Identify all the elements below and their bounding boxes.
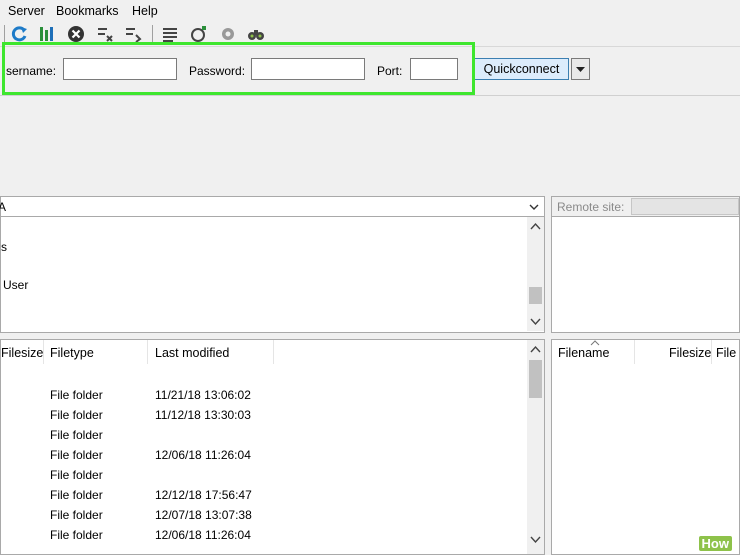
wikihow-watermark: wiki How: [674, 536, 732, 551]
port-label: Port:: [377, 64, 403, 78]
table-row[interactable]: File folder 12/06/18 11:26:04: [1, 528, 525, 548]
cell-modified: 11/12/18 13:30:03: [155, 408, 251, 422]
cell-filetype: File folder: [50, 508, 103, 522]
local-site-path[interactable]: A: [0, 196, 545, 217]
cell-filetype: File folder: [50, 428, 103, 442]
cell-filetype: File folder: [50, 448, 103, 462]
column-header-last-modified[interactable]: Last modified: [155, 346, 229, 360]
menu-bar: Server Bookmarks Help: [0, 0, 740, 22]
remote-site-label: Remote site:: [557, 200, 625, 214]
search-icon[interactable]: [247, 25, 265, 43]
quickconnect-bar: sername: Password: Port: Quickconnect: [0, 47, 740, 93]
local-directory-tree: s User: [0, 217, 545, 333]
cell-modified: 11/21/18 13:06:02: [155, 388, 251, 402]
chevron-down-icon[interactable]: [530, 536, 541, 544]
remote-site-path[interactable]: [631, 198, 739, 215]
cell-modified: 12/12/18 17:56:47: [155, 488, 252, 502]
username-input[interactable]: [63, 58, 177, 80]
scrollbar-thumb[interactable]: [529, 360, 542, 398]
column-divider[interactable]: [43, 340, 44, 364]
column-header-filetype[interactable]: File: [716, 346, 736, 360]
table-row[interactable]: File folder 12/12/18 17:56:47: [1, 488, 525, 508]
chevron-down-icon: [576, 67, 585, 72]
column-header-filename[interactable]: Filename: [558, 346, 609, 360]
tree-item[interactable]: s: [1, 240, 7, 254]
table-row[interactable]: File folder 12/06/18 11:26:04: [1, 448, 525, 468]
cell-filetype: File folder: [50, 408, 103, 422]
cell-filetype: File folder: [50, 468, 103, 482]
vertical-scrollbar[interactable]: [527, 217, 544, 331]
watermark-wiki: wiki: [673, 536, 699, 551]
cell-modified: 12/06/18 11:26:04: [155, 448, 251, 462]
column-divider[interactable]: [273, 340, 274, 364]
message-log: [0, 95, 740, 191]
table-row[interactable]: File folder: [1, 468, 525, 488]
cell-modified: 12/07/18 13:07:38: [155, 508, 252, 522]
remote-site-bar: Remote site:: [551, 196, 740, 217]
column-divider[interactable]: [711, 340, 712, 364]
chevron-up-icon[interactable]: [530, 345, 541, 353]
menu-help[interactable]: Help: [132, 4, 158, 18]
sync-browse-icon[interactable]: [219, 25, 237, 43]
filter-icon[interactable]: [161, 25, 179, 43]
cell-filetype: File folder: [50, 528, 103, 542]
reconnect-icon[interactable]: [10, 25, 28, 43]
process-queue-icon[interactable]: [38, 25, 56, 43]
compare-icon[interactable]: [190, 25, 208, 43]
local-path-value: A: [0, 200, 7, 214]
tree-item-user[interactable]: User: [3, 278, 28, 292]
column-divider[interactable]: [147, 340, 148, 364]
scrollbar-thumb[interactable]: [529, 287, 542, 304]
quickconnect-dropdown[interactable]: [571, 58, 590, 80]
cancel-icon[interactable]: [67, 25, 85, 43]
column-header-filesize[interactable]: Filesize: [669, 346, 711, 360]
toolbar: [0, 22, 740, 47]
toolbar-separator: [4, 25, 5, 43]
table-row[interactable]: File folder: [1, 428, 525, 448]
toolbar-separator: [152, 25, 153, 43]
reconnect-server-icon[interactable]: [124, 25, 142, 43]
password-input[interactable]: [251, 58, 365, 80]
cell-filetype: File folder: [50, 488, 103, 502]
chevron-down-icon[interactable]: [528, 202, 540, 212]
column-divider[interactable]: [634, 340, 635, 364]
disconnect-icon[interactable]: [96, 25, 114, 43]
table-row[interactable]: File folder 11/21/18 13:06:02: [1, 388, 525, 408]
remote-directory-tree: [551, 217, 740, 333]
table-row[interactable]: File folder 12/07/18 13:07:38: [1, 508, 525, 528]
menu-server[interactable]: Server: [8, 4, 45, 18]
cell-modified: 12/06/18 11:26:04: [155, 528, 251, 542]
column-header-filetype[interactable]: Filetype: [50, 346, 94, 360]
vertical-scrollbar[interactable]: [527, 340, 544, 554]
column-header-filesize[interactable]: Filesize: [1, 346, 43, 360]
cell-filetype: File folder: [50, 388, 103, 402]
table-row[interactable]: File folder 11/12/18 13:30:03: [1, 408, 525, 428]
chevron-down-icon[interactable]: [530, 318, 541, 326]
remote-file-list: Filename Filesize File: [551, 339, 740, 555]
chevron-up-icon[interactable]: [530, 222, 541, 230]
watermark-how: How: [698, 536, 732, 551]
port-input[interactable]: [410, 58, 458, 80]
password-label: Password:: [189, 64, 246, 78]
quickconnect-button[interactable]: Quickconnect: [474, 58, 569, 80]
username-label: sername:: [6, 64, 57, 78]
menu-bookmarks[interactable]: Bookmarks: [56, 4, 119, 18]
local-file-list: Filesize Filetype Last modified File fol…: [0, 339, 545, 555]
